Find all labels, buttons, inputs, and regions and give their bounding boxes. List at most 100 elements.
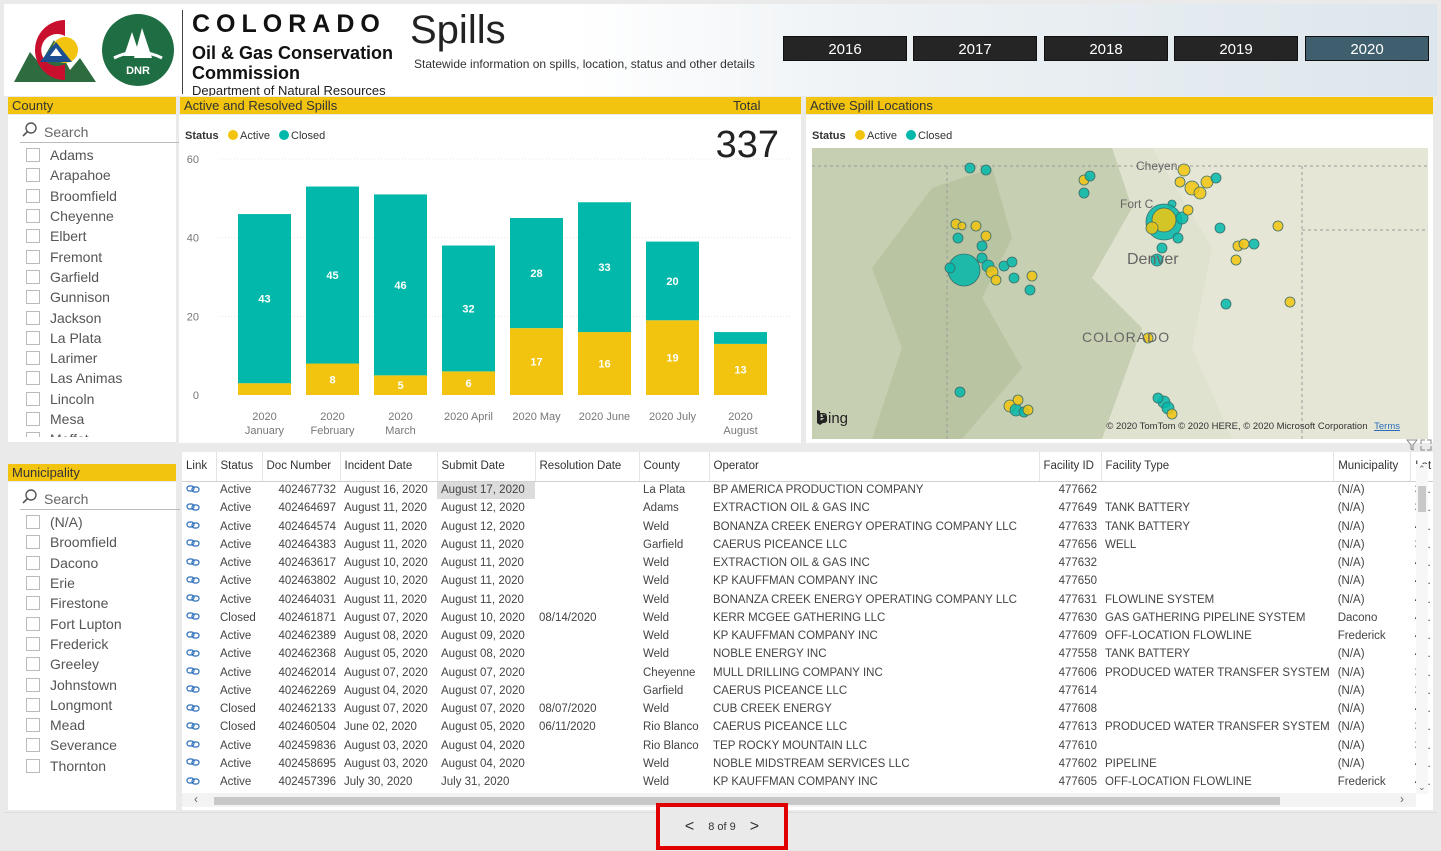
filter-icon[interactable] bbox=[1406, 439, 1418, 451]
column-header[interactable]: Operator bbox=[709, 452, 1040, 482]
checkbox[interactable] bbox=[26, 188, 40, 203]
checkbox[interactable] bbox=[26, 412, 40, 426]
map-marker[interactable] bbox=[1008, 272, 1020, 284]
map-marker[interactable] bbox=[1210, 172, 1222, 184]
year-button-2016[interactable]: 2016 bbox=[783, 36, 907, 61]
municipality-item[interactable]: Longmont bbox=[26, 695, 182, 715]
checkbox[interactable] bbox=[26, 535, 40, 550]
checkbox[interactable] bbox=[26, 229, 40, 244]
map-marker[interactable] bbox=[970, 220, 982, 232]
link-cell[interactable] bbox=[182, 737, 216, 755]
year-button-2017[interactable]: 2017 bbox=[913, 36, 1037, 61]
municipality-item[interactable]: Fort Lupton bbox=[26, 613, 182, 633]
link-cell[interactable] bbox=[182, 572, 216, 590]
horizontal-scrollbar[interactable]: ‹ › bbox=[182, 792, 1416, 807]
municipality-item[interactable]: Johnstown bbox=[26, 674, 182, 694]
scroll-up-icon[interactable]: ⌃ bbox=[1418, 464, 1426, 475]
link-cell[interactable] bbox=[182, 518, 216, 536]
checkbox[interactable] bbox=[26, 718, 40, 733]
checkbox[interactable] bbox=[26, 576, 40, 591]
checkbox[interactable] bbox=[26, 351, 40, 366]
checkbox[interactable] bbox=[26, 636, 40, 651]
map-marker[interactable] bbox=[1177, 163, 1191, 177]
map-marker[interactable] bbox=[1172, 232, 1184, 244]
municipality-item[interactable]: Severance bbox=[26, 735, 182, 755]
column-header[interactable]: Incident Date bbox=[340, 452, 438, 482]
county-search-input[interactable]: Search bbox=[20, 121, 180, 143]
checkbox[interactable] bbox=[26, 290, 40, 305]
map-marker[interactable] bbox=[1166, 408, 1178, 420]
checkbox[interactable] bbox=[26, 168, 40, 183]
table-row[interactable]: Active 402463617 August 10, 2020 August 11,… bbox=[182, 554, 1433, 572]
checkbox[interactable] bbox=[26, 555, 40, 570]
county-item[interactable]: Larimer bbox=[26, 348, 182, 368]
link-cell[interactable] bbox=[182, 536, 216, 554]
county-item[interactable]: Moffat bbox=[26, 429, 182, 437]
municipality-item[interactable]: Mead bbox=[26, 715, 182, 735]
column-header[interactable]: Resolution Date bbox=[535, 452, 640, 482]
municipality-item[interactable]: Dacono bbox=[26, 553, 182, 573]
map-marker[interactable] bbox=[1078, 187, 1090, 199]
table-row[interactable]: Active 402462389 August 08, 2020 August 09,… bbox=[182, 627, 1433, 645]
municipality-item[interactable]: Thornton bbox=[26, 756, 182, 776]
municipality-item[interactable]: Greeley bbox=[26, 654, 182, 674]
table-row[interactable]: Closed 402460504 June 02, 2020 August 05, 2… bbox=[182, 718, 1433, 736]
map-marker[interactable] bbox=[976, 240, 988, 252]
year-button-2018[interactable]: 2018 bbox=[1044, 36, 1168, 61]
map-marker[interactable] bbox=[952, 232, 964, 244]
bar-segment-closed[interactable] bbox=[714, 332, 767, 344]
link-cell[interactable] bbox=[182, 609, 216, 627]
bar-segment-active[interactable] bbox=[238, 383, 291, 395]
vertical-scrollbar[interactable]: ⌃ ⌄ bbox=[1416, 464, 1428, 794]
link-icon[interactable] bbox=[186, 593, 200, 603]
table-row[interactable]: Closed 402462133 August 07, 2020 August 07,… bbox=[182, 700, 1433, 718]
county-item[interactable]: Broomfield bbox=[26, 186, 182, 206]
map-marker[interactable] bbox=[1026, 270, 1038, 282]
county-item[interactable]: Lincoln bbox=[26, 389, 182, 409]
map-marker[interactable] bbox=[1084, 170, 1096, 182]
scroll-right-icon[interactable]: › bbox=[1400, 792, 1404, 806]
municipality-item[interactable]: Broomfield bbox=[26, 532, 182, 552]
link-cell[interactable] bbox=[182, 773, 216, 791]
link-icon[interactable] bbox=[186, 502, 200, 512]
column-header[interactable]: Municipality bbox=[1333, 452, 1412, 482]
county-item[interactable]: Adams bbox=[26, 145, 182, 165]
link-icon[interactable] bbox=[186, 630, 200, 640]
link-icon[interactable] bbox=[186, 484, 200, 494]
table-row[interactable]: Active 402457396 July 30, 2020 July 31, 202… bbox=[182, 773, 1433, 791]
county-item[interactable]: Cheyenne bbox=[26, 206, 182, 226]
map-marker[interactable] bbox=[1182, 204, 1194, 216]
municipality-item[interactable]: Firestone bbox=[26, 593, 182, 613]
map-marker[interactable] bbox=[957, 221, 967, 231]
map-marker[interactable] bbox=[944, 262, 956, 274]
link-icon[interactable] bbox=[186, 666, 200, 676]
checkbox[interactable] bbox=[26, 148, 40, 163]
municipality-item[interactable]: Erie bbox=[26, 573, 182, 593]
map-marker[interactable] bbox=[1238, 238, 1250, 250]
county-item[interactable]: Jackson bbox=[26, 307, 182, 327]
table-row[interactable]: Active 402464574 August 11, 2020 August 12,… bbox=[182, 518, 1433, 536]
table-row[interactable]: Active 402464697 August 11, 2020 August 12,… bbox=[182, 499, 1433, 517]
link-icon[interactable] bbox=[186, 721, 200, 731]
table-row[interactable]: Active 402464383 August 11, 2020 August 11,… bbox=[182, 536, 1433, 554]
map-terms-link[interactable]: Terms bbox=[1374, 421, 1400, 432]
table-row[interactable]: Active 402462368 August 05, 2020 August 08,… bbox=[182, 645, 1433, 663]
checkbox[interactable] bbox=[26, 616, 40, 631]
link-icon[interactable] bbox=[186, 757, 200, 767]
link-cell[interactable] bbox=[182, 499, 216, 517]
link-icon[interactable] bbox=[186, 538, 200, 548]
previous-page-button[interactable]: < bbox=[685, 818, 694, 836]
map-marker[interactable] bbox=[980, 230, 992, 242]
map-marker[interactable] bbox=[1012, 394, 1024, 406]
checkbox[interactable] bbox=[26, 657, 40, 672]
map-marker[interactable] bbox=[980, 164, 992, 176]
county-item[interactable]: Elbert bbox=[26, 226, 182, 246]
table-row[interactable]: Active 402459836 August 03, 2020 August 04,… bbox=[182, 737, 1433, 755]
table-row[interactable]: Active 402464031 August 11, 2020 August 11,… bbox=[182, 591, 1433, 609]
map-marker[interactable] bbox=[1248, 238, 1260, 250]
scroll-down-icon[interactable]: ⌄ bbox=[1418, 782, 1426, 793]
checkbox[interactable] bbox=[26, 209, 40, 224]
next-page-button[interactable]: > bbox=[750, 818, 759, 836]
county-item[interactable]: Garfield bbox=[26, 267, 182, 287]
link-icon[interactable] bbox=[186, 575, 200, 585]
